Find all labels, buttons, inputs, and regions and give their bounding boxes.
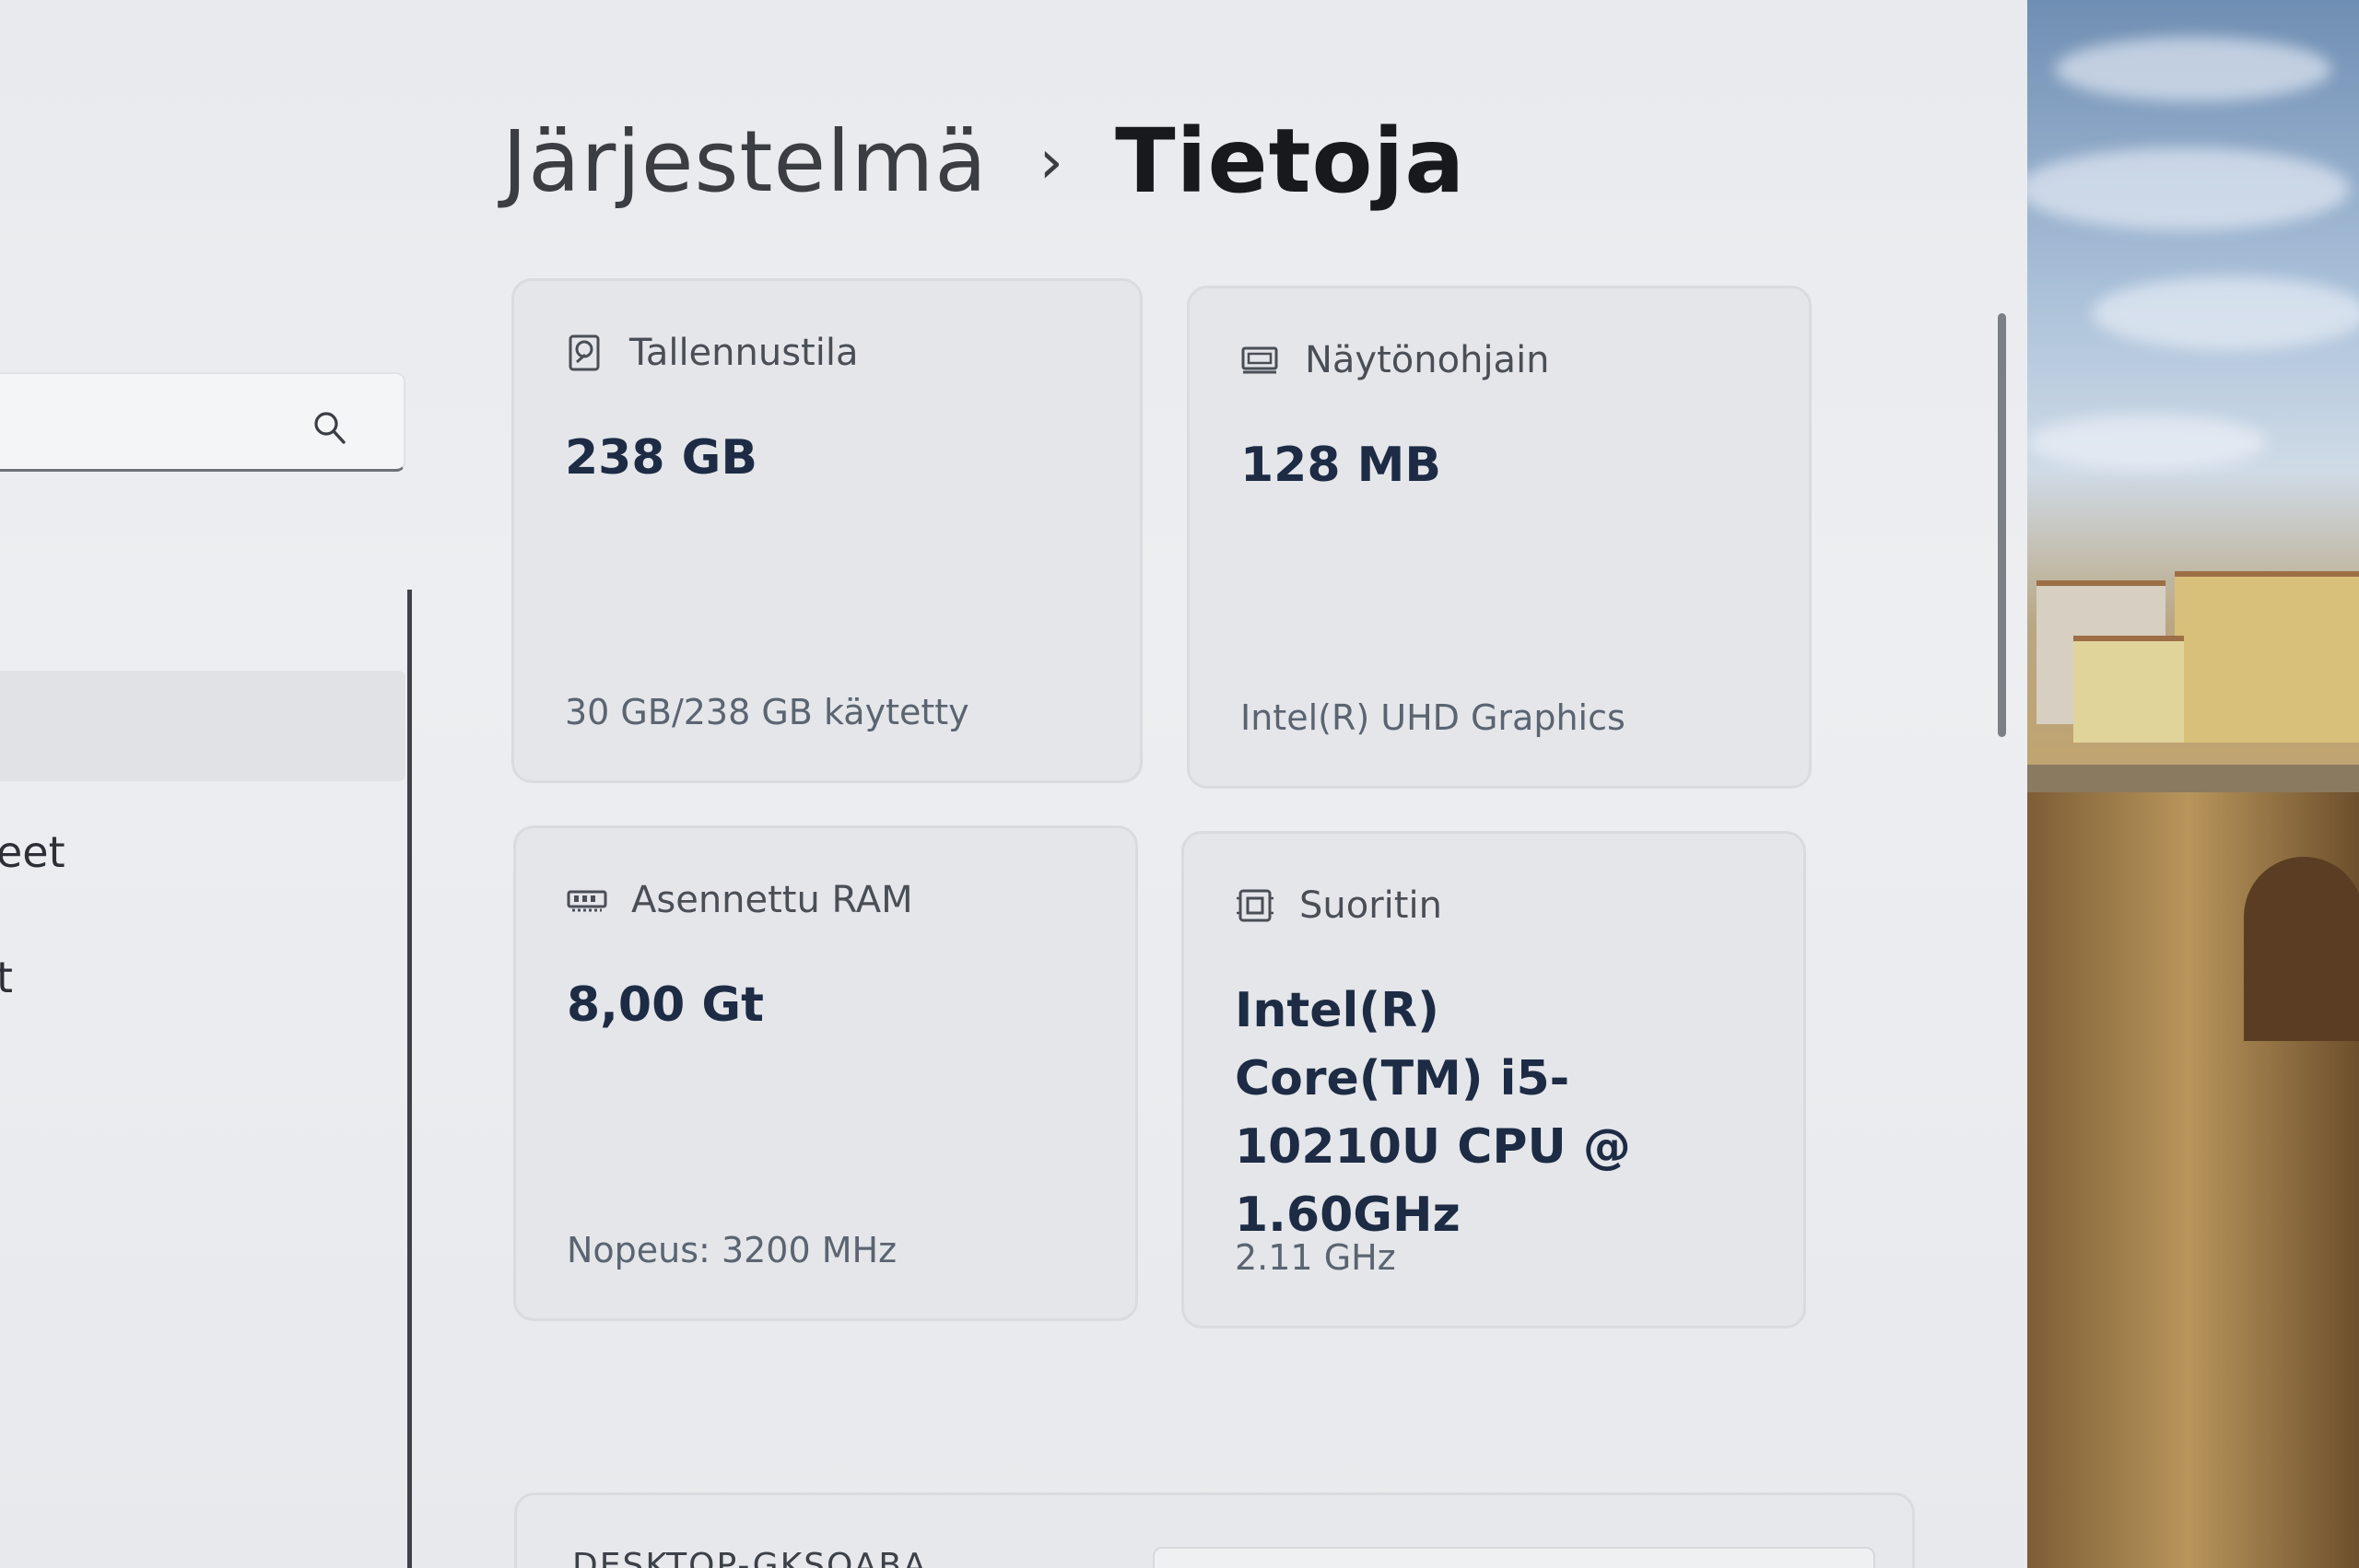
display-adapter-icon [1241,346,1278,374]
processor-value: Intel(R) Core(TM) i5-10210U CPU @ 1.60GH… [1235,983,1631,1243]
card-header: Asennettu RAM [567,879,913,921]
graphics-detail: Intel(R) UHD Graphics [1240,697,1625,738]
breadcrumb: Järjestelmä › Tietoja [502,101,1465,221]
scrollbar[interactable] [1998,313,2006,737]
rename-button[interactable] [1153,1547,1875,1568]
memory-icon [567,890,607,912]
graphics-label: Näytönohjain [1305,339,1550,381]
ram-card[interactable]: Asennettu RAM 8,00 Gt Nopeus: 3200 MHz [513,825,1138,1321]
device-name: DESKTOP-GKSOABA [572,1547,928,1568]
card-header: Tallennustila [565,332,858,374]
nav-selected-item[interactable] [0,671,405,781]
device-name-card: DESKTOP-GKSOABA [514,1492,1915,1568]
nav-pane-divider [407,590,412,1568]
processor-card[interactable]: Suoritin Intel(R) Core(TM) i5-10210U CPU… [1181,831,1806,1328]
ram-value: 8,00 Gt [567,977,764,1033]
search-icon[interactable] [311,409,347,446]
processor-detail: 2.11 GHz [1235,1237,1396,1278]
graphics-card[interactable]: Näytönohjain 128 MB Intel(R) UHD Graphic… [1187,286,1812,789]
nav-item[interactable]: eet [0,827,65,877]
card-header: Suoritin [1235,884,1442,927]
settings-window: eet t Järjestelmä › Tietoja Tallennustil… [0,0,2027,1568]
hard-drive-icon [569,334,600,371]
storage-card[interactable]: Tallennustila 238 GB 30 GB/238 GB käytet… [511,278,1143,783]
search-input[interactable] [0,372,405,472]
ram-detail: Nopeus: 3200 MHz [567,1230,898,1270]
breadcrumb-separator: › [1039,125,1064,197]
graphics-value: 128 MB [1240,438,1442,493]
card-header: Näytönohjain [1240,339,1550,381]
nav-item[interactable]: t [0,953,13,1002]
storage-label: Tallennustila [629,332,859,374]
page-title: Tietoja [1115,110,1466,213]
processor-label: Suoritin [1299,884,1442,927]
processor-icon [1237,889,1273,922]
storage-value: 238 GB [565,430,757,486]
storage-detail: 30 GB/238 GB käytetty [565,692,969,732]
screen: eet t Järjestelmä › Tietoja Tallennustil… [0,0,2359,1568]
ram-label: Asennettu RAM [631,879,913,921]
desktop-wallpaper [2018,0,2359,1568]
breadcrumb-parent[interactable]: Järjestelmä [502,112,988,211]
